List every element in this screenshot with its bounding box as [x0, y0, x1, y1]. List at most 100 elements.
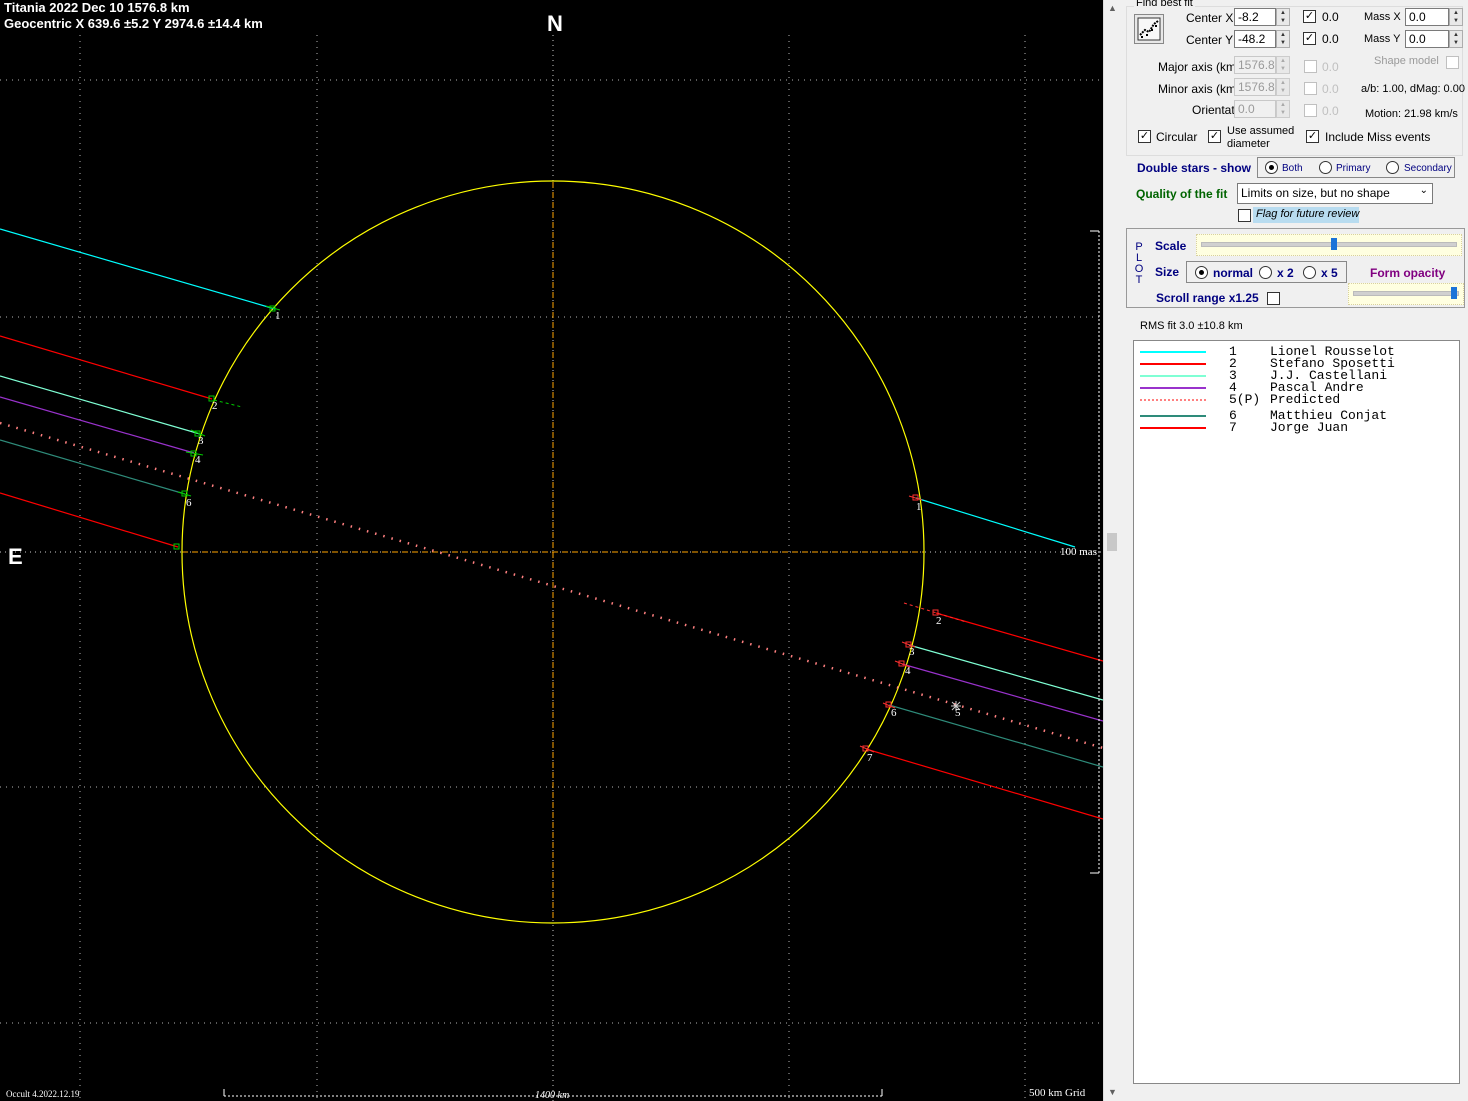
mass-y-input[interactable]: 0.0 [1405, 30, 1449, 48]
occultation-plot[interactable]: 1 2 3 4 6 1 2 3 4 5 6 7 Titania 2022 Dec… [0, 0, 1103, 1101]
find-best-fit-button[interactable] [1134, 14, 1164, 44]
opacity-slider[interactable] [1348, 283, 1464, 305]
form-opacity-label: Form opacity [1370, 266, 1446, 280]
double-primary-radio[interactable] [1319, 161, 1332, 174]
mass-x-input[interactable]: 0.0 [1405, 8, 1449, 26]
double-both-radio[interactable] [1265, 161, 1278, 174]
chord-7-east [0, 492, 179, 548]
center-y-label: Center Y [1186, 33, 1234, 47]
west-timing-markers [859, 494, 967, 753]
legend-swatch [1140, 427, 1206, 429]
mass-y-label: Mass Y [1364, 33, 1401, 45]
ab-dmag-label: a/b: 1.00, dMag: 0.00 [1361, 83, 1465, 95]
plot-vertical-label: P L O T [1134, 242, 1144, 286]
flag-review-checkbox[interactable] [1238, 209, 1251, 222]
quality-value: Limits on size, but no shape [1241, 186, 1390, 200]
observer-legend: 1 Lionel Rousselot 2 Stefano Sposetti 3 J.J. … [1133, 340, 1460, 1084]
double-primary-label: Primary [1336, 163, 1371, 174]
opacity-slider-thumb[interactable] [1451, 287, 1457, 299]
center-x-check-value: 0.0 [1322, 10, 1339, 24]
chord-6-east [0, 439, 186, 495]
size-normal-label: normal [1213, 266, 1254, 280]
legend-swatch [1140, 363, 1206, 365]
size-x5-radio[interactable] [1303, 266, 1316, 279]
version-label: Occult 4.2022.12.19 [6, 1089, 80, 1099]
double-both-label: Both [1282, 163, 1303, 174]
chord-1-east [0, 228, 276, 310]
angular-scale-label: 100 mas [1060, 546, 1097, 558]
circular-label: Circular [1156, 130, 1198, 144]
center-y-spinner[interactable]: ▲ ▼ [1276, 30, 1290, 48]
chord-4-west [901, 663, 1103, 722]
center-x-input[interactable]: -8.2 [1234, 8, 1276, 26]
legend-swatch [1140, 375, 1206, 377]
center-x-spinner[interactable]: ▲ ▼ [1276, 8, 1290, 26]
scale-slider-thumb[interactable] [1331, 238, 1337, 250]
scroll-down-icon[interactable]: ▼ [1104, 1084, 1121, 1101]
flag-review-label: Flag for future review [1253, 207, 1359, 223]
legend-swatch [1140, 399, 1206, 401]
plot-scrollbar[interactable]: ▲ ▼ [1103, 0, 1121, 1101]
scroll-range-checkbox[interactable] [1267, 292, 1280, 305]
chord-5-predicted [0, 421, 1103, 750]
scroll-up-icon[interactable]: ▲ [1104, 0, 1121, 17]
major-axis-label: Major axis (km) [1158, 60, 1241, 74]
quality-select[interactable]: Limits on size, but no shape ⌄ [1237, 183, 1433, 204]
scale-slider[interactable] [1196, 234, 1462, 256]
center-y-input[interactable]: -48.2 [1234, 30, 1276, 48]
scroll-range-label: Scroll range x1.25 [1156, 291, 1259, 305]
mass-x-spinner[interactable]: ▲ ▼ [1449, 8, 1463, 26]
minor-axis-spinner[interactable]: ▲ ▼ [1276, 78, 1290, 96]
double-secondary-radio[interactable] [1386, 161, 1399, 174]
size-normal-radio[interactable] [1195, 266, 1208, 279]
mass-y-spinner[interactable]: ▲ ▼ [1449, 30, 1463, 48]
minor-axis-checkbox[interactable] [1304, 82, 1317, 95]
scale-label: Scale [1155, 239, 1187, 253]
grid-size-label: 500 km Grid [1029, 1087, 1086, 1099]
center-y-check-value: 0.0 [1322, 32, 1339, 46]
include-miss-checkbox[interactable]: ✓ [1306, 130, 1319, 143]
legend-swatch [1140, 351, 1206, 353]
orientation-input[interactable]: 0.0 [1234, 100, 1276, 118]
plot-canvas: 1 2 3 4 6 1 2 3 4 5 6 7 [0, 35, 1103, 1101]
use-assumed-diameter-checkbox[interactable]: ✓ [1208, 130, 1221, 143]
shape-model-checkbox[interactable] [1446, 56, 1459, 69]
scale-bar-label: 1400 km [535, 1090, 570, 1101]
orientation-checkbox[interactable] [1304, 104, 1317, 117]
north-label: N [547, 11, 563, 36]
svg-text:5: 5 [955, 707, 961, 719]
fit-chart-icon [1137, 17, 1161, 41]
major-axis-spinner[interactable]: ▲ ▼ [1276, 56, 1290, 74]
size-label: Size [1155, 265, 1180, 279]
quality-label: Quality of the fit [1136, 187, 1228, 201]
legend-row: 7 Jorge Juan [1134, 420, 1461, 435]
major-axis-input[interactable]: 1576.8 [1234, 56, 1276, 74]
chord-2-east [0, 335, 213, 400]
chord-2-west [935, 612, 1103, 662]
center-x-label: Center X [1186, 11, 1234, 25]
svg-text:6: 6 [891, 707, 897, 719]
major-axis-checkbox[interactable] [1304, 60, 1317, 73]
rms-fit-label: RMS fit 3.0 ±10.8 km [1140, 320, 1243, 332]
svg-text:3: 3 [909, 646, 915, 658]
fit-control-panel: Find best fit Center X -8.2 ▲ ▼ ✓ 0.0 Mas… [1120, 0, 1468, 1101]
chord-7-west [865, 748, 1103, 820]
major-axis-check-value: 0.0 [1322, 60, 1339, 74]
svg-text:2: 2 [936, 615, 942, 627]
chord-1-west [915, 497, 1076, 548]
scroll-thumb[interactable] [1107, 533, 1117, 551]
size-x5-label: x 5 [1321, 266, 1338, 280]
circular-checkbox[interactable]: ✓ [1138, 130, 1151, 143]
legend-swatch [1140, 387, 1206, 389]
plot-title: Titania 2022 Dec 10 1576.8 km [4, 0, 190, 15]
center-y-checkbox[interactable]: ✓ [1303, 32, 1316, 45]
minor-axis-input[interactable]: 1576.8 [1234, 78, 1276, 96]
east-timing-markers [173, 305, 281, 550]
grid-lines [0, 35, 1103, 1101]
orientation-check-value: 0.0 [1322, 104, 1339, 118]
legend-observer-name: Jorge Juan [1270, 420, 1349, 435]
double-stars-label: Double stars - show [1137, 161, 1252, 175]
orientation-spinner[interactable]: ▲ ▼ [1276, 100, 1290, 118]
size-x2-radio[interactable] [1259, 266, 1272, 279]
center-x-checkbox[interactable]: ✓ [1303, 10, 1316, 23]
